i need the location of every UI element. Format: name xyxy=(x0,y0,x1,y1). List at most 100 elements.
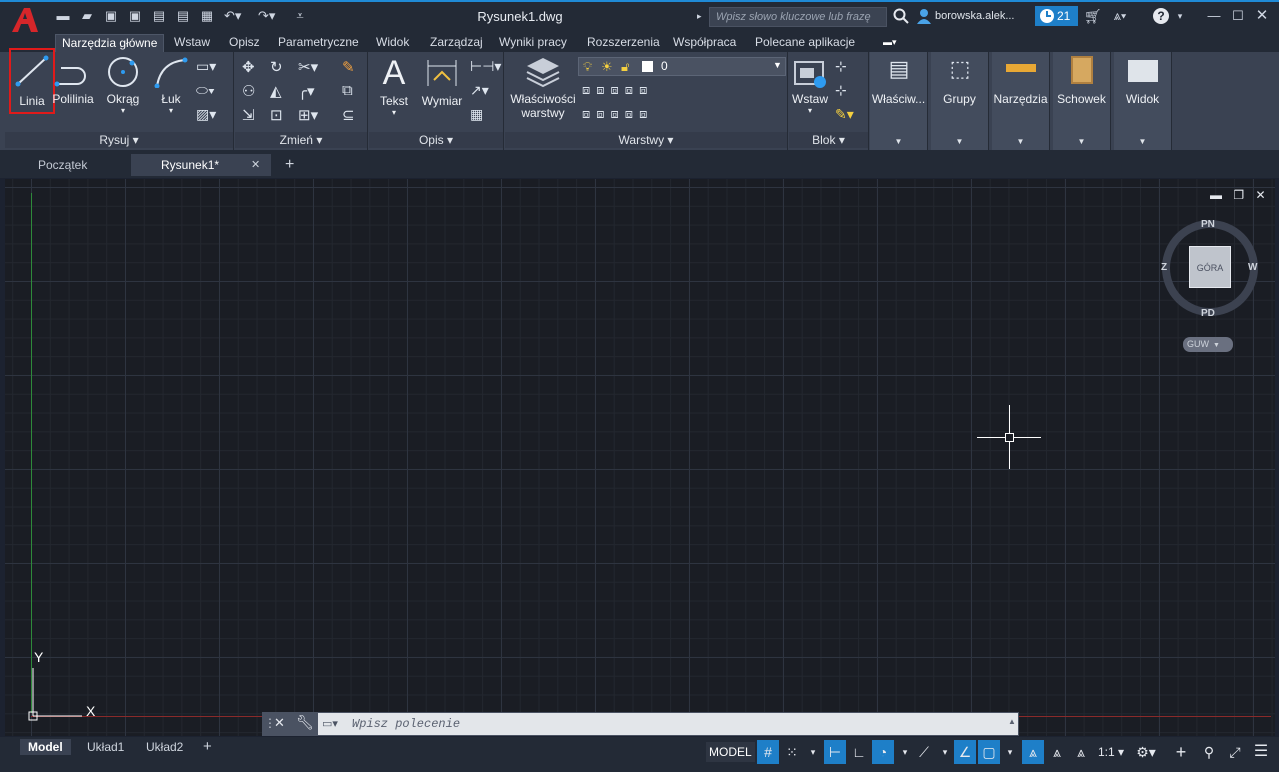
save-as-icon[interactable]: ▣ xyxy=(127,8,143,24)
command-history-icon[interactable]: ▭▾ xyxy=(322,717,348,731)
cart-icon[interactable]: 🛒︎ xyxy=(1084,8,1102,24)
stretch-icon[interactable]: ⇲ xyxy=(242,106,260,124)
text-button[interactable]: A Tekst ▾ xyxy=(376,56,412,117)
search-icon[interactable] xyxy=(893,8,909,24)
minimize-icon[interactable]: — xyxy=(1206,8,1222,24)
dimension-button[interactable]: Wymiar xyxy=(419,56,465,108)
viewport-restore-icon[interactable]: ❐ xyxy=(1233,188,1244,202)
panel-view[interactable]: Widok ▼ xyxy=(1114,52,1172,150)
new-tab-icon[interactable]: + xyxy=(285,156,294,174)
fillet-icon[interactable]: ╭▾ xyxy=(298,82,328,100)
annotation-monitor-icon[interactable]: + xyxy=(1170,740,1192,764)
panel-annotation-title[interactable]: Opis ▾ xyxy=(369,132,503,148)
tab-view[interactable]: Widok xyxy=(370,34,415,52)
tab-output[interactable]: Wyniki pracy xyxy=(493,34,573,52)
viewcube-north[interactable]: PN xyxy=(1201,219,1215,230)
explode-icon[interactable]: ⧉ xyxy=(342,82,360,100)
polyline-button[interactable]: Polilinia xyxy=(52,56,94,106)
command-input[interactable]: Wpisz polecenie xyxy=(318,713,1018,735)
panel-clipboard[interactable]: Schowek ▼ xyxy=(1053,52,1111,150)
trim-icon[interactable]: ✂▾ xyxy=(298,58,328,76)
scale-dropdown[interactable]: 1:1 ▾ xyxy=(1094,740,1128,764)
customize-qat-icon[interactable]: ⩡ xyxy=(292,8,308,24)
linear-dim-icon[interactable]: ⊢⊣▾ xyxy=(470,58,501,76)
isodraft-dropdown-icon[interactable]: ▾ xyxy=(934,740,956,764)
viewport-controls[interactable]: ▬ ❐ ✕ xyxy=(1210,188,1270,202)
layout-tab-model[interactable]: Model xyxy=(20,739,71,755)
viewport-close-icon[interactable]: ✕ xyxy=(1255,188,1265,202)
annotation-visibility-icon[interactable]: ⩓ xyxy=(1022,740,1044,764)
hatch-icon[interactable]: ▨▾ xyxy=(196,106,216,124)
add-layout-icon[interactable]: + xyxy=(203,738,212,755)
viewcube-south[interactable]: PD xyxy=(1201,308,1215,319)
help-icon[interactable]: ? xyxy=(1153,8,1169,24)
offset-icon[interactable]: ⊆ xyxy=(342,106,360,124)
isodraft-icon[interactable]: ⟋ xyxy=(913,740,935,764)
line-button[interactable]: Linia xyxy=(9,48,55,114)
tab-start[interactable]: Początek xyxy=(8,154,148,176)
auto-scale-icon[interactable]: ⩓ xyxy=(1046,740,1068,764)
object-snap-icon[interactable]: ▢ xyxy=(978,740,1000,764)
annotation-scale-icon[interactable]: ⩓ xyxy=(1070,740,1092,764)
block-attributes-icon[interactable]: ✎▾ xyxy=(835,106,865,124)
panel-properties[interactable]: ▤ Właściw... ▼ xyxy=(870,52,928,150)
object-snap-tracking-icon[interactable]: ∠ xyxy=(954,740,976,764)
arc-dropdown-icon[interactable]: ▾ xyxy=(150,106,192,115)
redo-icon[interactable]: ↷▾ xyxy=(258,8,275,24)
plot-icon[interactable]: ▦ xyxy=(199,8,215,24)
close-icon[interactable]: ✕ xyxy=(1254,8,1270,24)
new-file-icon[interactable]: ▬ xyxy=(55,8,71,24)
panel-block-title[interactable]: Blok ▾ xyxy=(789,132,868,148)
tab-parametric[interactable]: Parametryczne xyxy=(272,34,365,52)
polar-tracking-icon[interactable]: ◔ xyxy=(872,740,894,764)
save-icon[interactable]: ▣ xyxy=(103,8,119,24)
arc-button[interactable]: Łuk ▾ xyxy=(150,56,192,115)
search-input[interactable]: Wpisz słowo kluczowe lub frazę xyxy=(709,7,887,27)
command-customize-icon[interactable]: 🔧︎ xyxy=(296,714,314,731)
panel-modify-title[interactable]: Zmień ▾ xyxy=(235,132,367,148)
command-close-icon[interactable]: ✕ xyxy=(274,715,285,731)
panel-draw-title[interactable]: Rysuj ▾ xyxy=(5,132,233,148)
mirror-icon[interactable]: ◭ xyxy=(270,82,288,100)
tab-home[interactable]: Narzędzia główne xyxy=(55,34,165,52)
erase-icon[interactable]: ✎ xyxy=(342,58,360,76)
tab-manage[interactable]: Zarządzaj xyxy=(424,34,489,52)
circle-button[interactable]: Okrąg ▾ xyxy=(102,56,144,115)
ellipse-icon[interactable]: ⬭▾ xyxy=(196,82,215,100)
units-icon[interactable]: ⚲ xyxy=(1198,740,1220,764)
copy-icon[interactable]: ⚇ xyxy=(242,82,260,100)
circle-dropdown-icon[interactable]: ▾ xyxy=(102,106,144,115)
snap-dropdown-icon[interactable]: ▾ xyxy=(802,740,824,764)
tab-addins[interactable]: Rozszerzenia xyxy=(581,34,666,52)
notification-badge[interactable]: 21 xyxy=(1035,6,1078,26)
array-icon[interactable]: ⊞▾ xyxy=(298,106,328,124)
autodesk-app-icon[interactable]: ⩓▾ xyxy=(1105,8,1135,24)
insert-block-button[interactable]: Wstaw ▾ xyxy=(791,56,829,115)
tab-collaborate[interactable]: Współpraca xyxy=(667,34,742,52)
tab-insert[interactable]: Wstaw xyxy=(168,34,216,52)
model-space-toggle[interactable]: MODEL xyxy=(706,742,755,762)
text-dropdown-icon[interactable]: ▾ xyxy=(376,108,412,117)
open-folder-icon[interactable]: ▰ xyxy=(79,8,95,24)
layout-tab-1[interactable]: Układ1 xyxy=(79,739,132,755)
open-web-icon[interactable]: ▤ xyxy=(151,8,167,24)
rectangle-icon[interactable]: ▭▾ xyxy=(196,58,216,76)
fullscreen-icon[interactable]: ⤢ xyxy=(1224,740,1246,764)
dynamic-input-icon[interactable]: ⊢ xyxy=(824,740,846,764)
layer-tools-row-1[interactable]: ⧈⧈⧈⧈⧈ xyxy=(582,82,702,98)
viewcube-west[interactable]: Z xyxy=(1161,262,1167,273)
osnap-dropdown-icon[interactable]: ▾ xyxy=(999,740,1021,764)
ribbon-minimize-icon[interactable]: ▬▾ xyxy=(883,37,905,49)
panel-groups[interactable]: ⬚ Grupy ▼ xyxy=(931,52,989,150)
user-icon[interactable] xyxy=(916,8,932,24)
leader-icon[interactable]: ↗▾ xyxy=(470,82,500,100)
table-icon[interactable]: ▦ xyxy=(470,106,488,124)
layer-tools-row-2[interactable]: ⧈⧈⧈⧈⧈ xyxy=(582,106,702,122)
snap-icon[interactable]: ⁙ xyxy=(781,740,803,764)
layout-tab-2[interactable]: Układ2 xyxy=(138,739,191,755)
undo-icon[interactable]: ↶▾ xyxy=(224,8,241,24)
edit-block-icon[interactable]: ⊹ xyxy=(835,82,853,100)
grid-icon[interactable]: # xyxy=(757,740,779,764)
tab-drawing1[interactable]: Rysunek1* ✕ xyxy=(131,154,271,176)
autocad-logo-icon[interactable] xyxy=(8,6,44,34)
